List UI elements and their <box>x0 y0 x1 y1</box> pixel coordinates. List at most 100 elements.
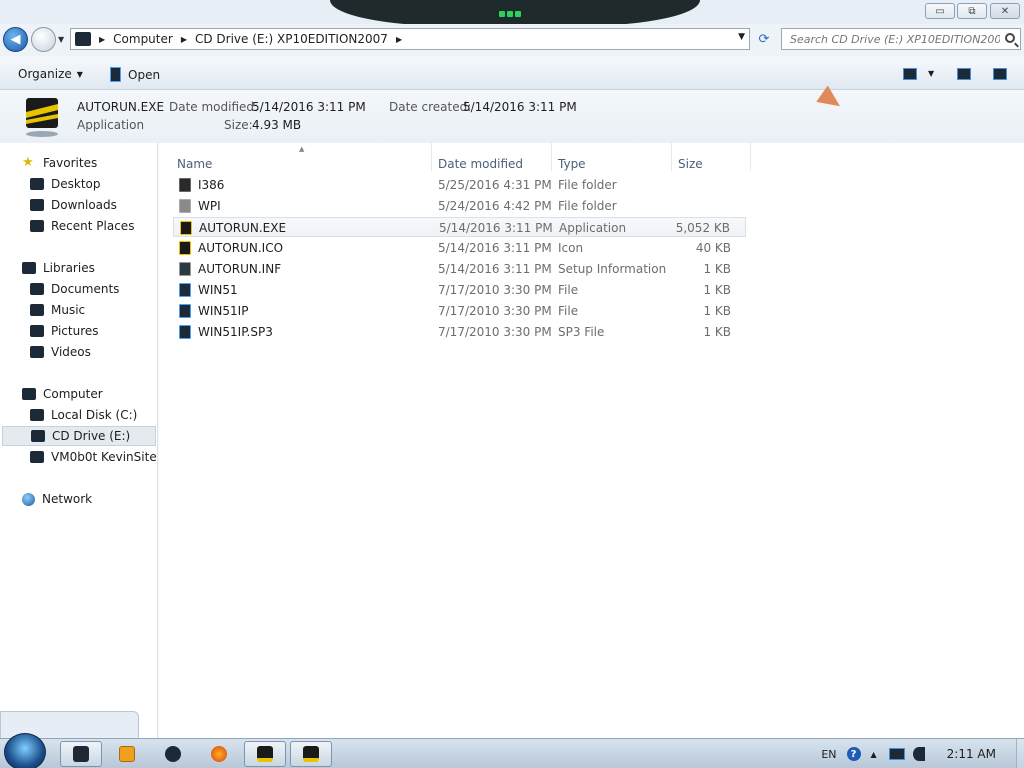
minimize-button[interactable]: ▭ <box>925 3 955 19</box>
documents-icon <box>30 283 44 295</box>
sidebar-item-videos[interactable]: Videos <box>0 342 157 362</box>
file-name: WIN51 <box>198 283 238 297</box>
search-input[interactable] <box>790 32 1000 46</box>
taskbar-media-player-button[interactable] <box>106 741 148 767</box>
taskbar-autorun-button-2[interactable] <box>290 741 332 767</box>
preview-pane-icon[interactable] <box>957 68 971 80</box>
change-view-icon[interactable] <box>903 68 917 80</box>
open-button[interactable]: Open <box>110 67 160 82</box>
system-tray: EN ? ▲ 2:11 AM <box>821 739 1024 768</box>
table-row[interactable]: WPI 5/24/2016 4:42 PM File folder <box>173 196 746 216</box>
file-icon <box>179 325 191 339</box>
language-indicator[interactable]: EN <box>821 748 836 761</box>
window-title-bar: ▭ ⧉ ✕ <box>0 0 1024 26</box>
column-header-type[interactable]: Type <box>558 157 586 171</box>
file-name: AUTORUN.ICO <box>198 241 284 255</box>
start-button[interactable] <box>4 733 46 768</box>
table-row[interactable]: I386 5/25/2016 4:31 PM File folder <box>173 175 746 195</box>
sidebar-item-recent-places[interactable]: Recent Places <box>0 216 157 236</box>
taskbar-explorer-button[interactable] <box>60 741 102 767</box>
sidebar-item-documents[interactable]: Documents <box>0 279 157 299</box>
file-list: ▲ Name Date modified Type Size I386 5/25… <box>159 143 1024 738</box>
back-button[interactable]: ◀ <box>3 27 28 52</box>
address-dropdown-icon[interactable]: ▼ <box>738 32 745 42</box>
show-hidden-icons-icon[interactable]: ▲ <box>871 750 877 759</box>
table-row[interactable]: AUTORUN.ICO 5/14/2016 3:11 PM Icon 40 KB <box>173 238 746 258</box>
file-name: AUTORUN.INF <box>198 262 282 276</box>
sidebar-item-desktop[interactable]: Desktop <box>0 174 157 194</box>
taskbar-firefox-button[interactable] <box>198 741 240 767</box>
date-created-value: 5/14/2016 3:11 PM <box>463 100 577 114</box>
size-value: 4.93 MB <box>252 118 302 132</box>
file-icon <box>179 283 191 297</box>
refresh-button[interactable]: ⟳ <box>752 28 776 50</box>
network-status-icon[interactable] <box>888 748 905 760</box>
column-header-date-modified[interactable]: Date modified <box>438 157 523 171</box>
volume-icon[interactable] <box>912 747 925 761</box>
file-date: 7/17/2010 3:30 PM <box>438 325 552 339</box>
firefox-icon <box>211 746 227 762</box>
explorer-icon <box>73 746 89 762</box>
sidebar-item-computer[interactable]: Computer <box>0 384 157 404</box>
file-name: I386 <box>198 178 225 192</box>
search-box[interactable] <box>781 28 1021 50</box>
column-divider[interactable] <box>551 143 552 171</box>
table-row[interactable]: WIN51IP.SP3 7/17/2010 3:30 PM SP3 File 1… <box>173 322 746 342</box>
chevron-right-icon[interactable]: ▶ <box>396 35 402 44</box>
column-divider[interactable] <box>671 143 672 171</box>
taskbar-autorun-button[interactable] <box>244 741 286 767</box>
recent-pages-dropdown[interactable]: ▼ <box>58 35 64 44</box>
sidebar-item-pictures[interactable]: Pictures <box>0 321 157 341</box>
date-modified-label: Date modified: <box>169 100 259 114</box>
details-header: AUTORUN.EXE Application Date modified: 5… <box>0 91 1024 143</box>
sidebar-item-network-share[interactable]: VM0b0t KevinSite <box>0 447 157 467</box>
show-desktop-button[interactable] <box>1016 739 1024 768</box>
column-header-size[interactable]: Size <box>678 157 703 171</box>
column-divider[interactable] <box>750 143 751 171</box>
organize-button[interactable]: Organize ▼ <box>18 67 83 81</box>
file-size: 5,052 KB <box>675 221 730 235</box>
chevron-down-icon: ▼ <box>76 69 83 79</box>
clock-time[interactable]: 2:11 AM <box>947 747 996 761</box>
sidebar-item-label: CD Drive (E:) <box>52 429 131 443</box>
help-icon[interactable]: ? <box>846 747 861 761</box>
media-player-icon <box>119 746 135 762</box>
file-size: 1 KB <box>703 283 731 297</box>
address-bar[interactable]: ▶ Computer ▶ CD Drive (E:) XP10EDITION20… <box>70 28 750 50</box>
column-header-name[interactable]: Name <box>177 157 212 171</box>
chevron-right-icon[interactable]: ▶ <box>181 35 187 44</box>
selected-file-type: Application <box>77 118 145 132</box>
application-icon <box>26 98 58 137</box>
breadcrumb-cd-drive[interactable]: CD Drive (E:) XP10EDITION2007 <box>195 32 388 46</box>
forward-button[interactable] <box>31 27 56 52</box>
table-row[interactable]: WIN51 7/17/2010 3:30 PM File 1 KB <box>173 280 746 300</box>
sidebar-item-cd-drive[interactable]: CD Drive (E:) <box>2 426 156 446</box>
table-row[interactable]: WIN51IP 7/17/2010 3:30 PM File 1 KB <box>173 301 746 321</box>
globe-icon <box>165 746 181 762</box>
close-button[interactable]: ✕ <box>990 3 1020 19</box>
chevron-right-icon[interactable]: ▶ <box>99 35 105 44</box>
view-options-dropdown[interactable]: ▼ <box>928 69 934 78</box>
sidebar-item-downloads[interactable]: Downloads <box>0 195 157 215</box>
taskbar-app-button[interactable] <box>152 741 194 767</box>
sidebar-item-favorites[interactable]: ★ Favorites <box>0 153 157 173</box>
icon-file-icon <box>179 241 191 255</box>
help-book-icon[interactable] <box>993 68 1007 80</box>
column-divider[interactable] <box>431 143 432 171</box>
open-icon <box>110 67 121 82</box>
sidebar-item-music[interactable]: Music <box>0 300 157 320</box>
maximize-button[interactable]: ⧉ <box>957 3 987 19</box>
file-type: File folder <box>558 178 617 192</box>
cd-drive-icon <box>31 430 45 442</box>
breadcrumb-computer[interactable]: Computer <box>113 32 173 46</box>
sidebar-item-network[interactable]: Network <box>0 489 157 509</box>
sidebar-item-label: VM0b0t KevinSite <box>51 450 157 464</box>
sidebar-item-libraries[interactable]: Libraries <box>0 258 157 278</box>
file-size: 1 KB <box>703 304 731 318</box>
title-notch-decoration <box>330 0 700 26</box>
search-icon[interactable] <box>1005 33 1015 43</box>
table-row[interactable]: AUTORUN.INF 5/14/2016 3:11 PM Setup Info… <box>173 259 746 279</box>
table-row-selected[interactable]: AUTORUN.EXE 5/14/2016 3:11 PM Applicatio… <box>173 217 746 237</box>
sidebar-item-local-disk[interactable]: Local Disk (C:) <box>0 405 157 425</box>
sidebar-item-label: Desktop <box>51 177 101 191</box>
